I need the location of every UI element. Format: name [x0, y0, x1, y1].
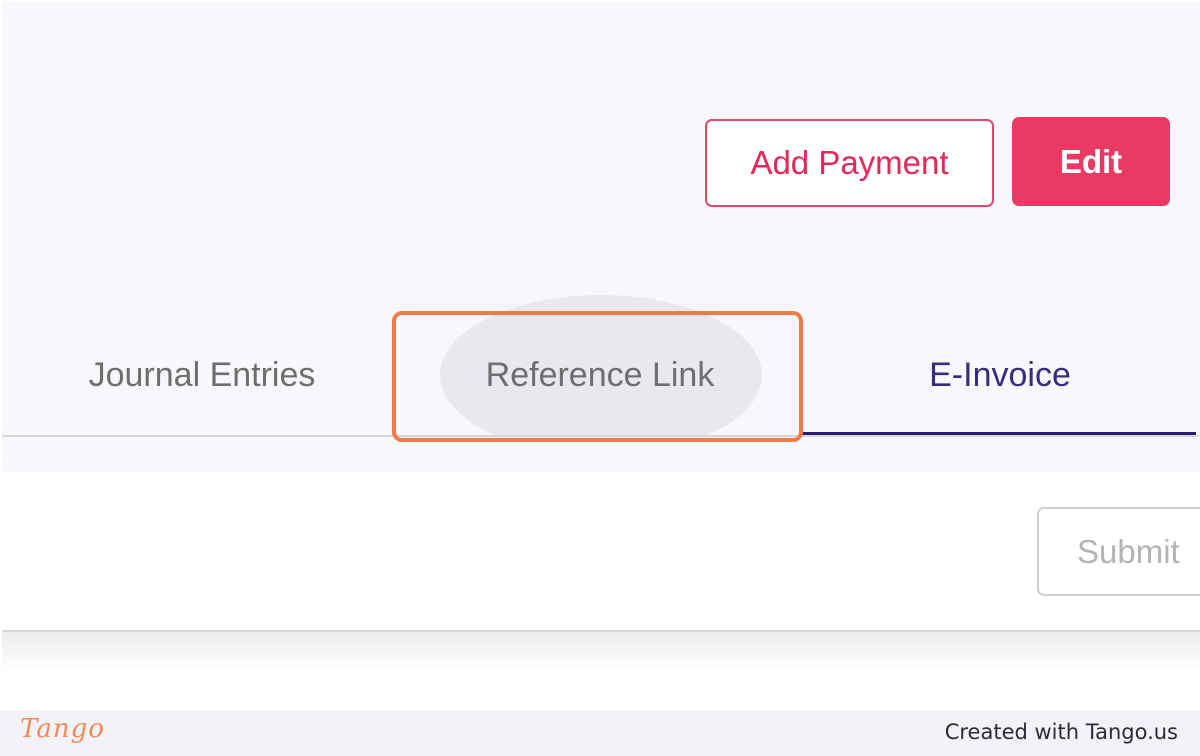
panel-shadow — [2, 632, 1200, 672]
footer-credit: Created with Tango.us — [944, 720, 1178, 744]
tango-logo: Tango — [20, 714, 105, 744]
step-highlight-box — [392, 311, 803, 442]
screenshot-frame: Add Payment Edit Journal Entries Referen… — [0, 0, 1200, 756]
active-tab-indicator — [800, 432, 1196, 435]
tab-e-invoice[interactable]: E-Invoice — [850, 340, 1150, 410]
content-panel — [2, 472, 1200, 632]
footer: Tango Created with Tango.us — [0, 710, 1200, 756]
edit-button[interactable]: Edit — [1012, 117, 1170, 206]
tab-journal-entries[interactable]: Journal Entries — [60, 340, 344, 410]
add-payment-button[interactable]: Add Payment — [705, 119, 994, 207]
submit-button[interactable]: Submit — [1037, 507, 1200, 596]
